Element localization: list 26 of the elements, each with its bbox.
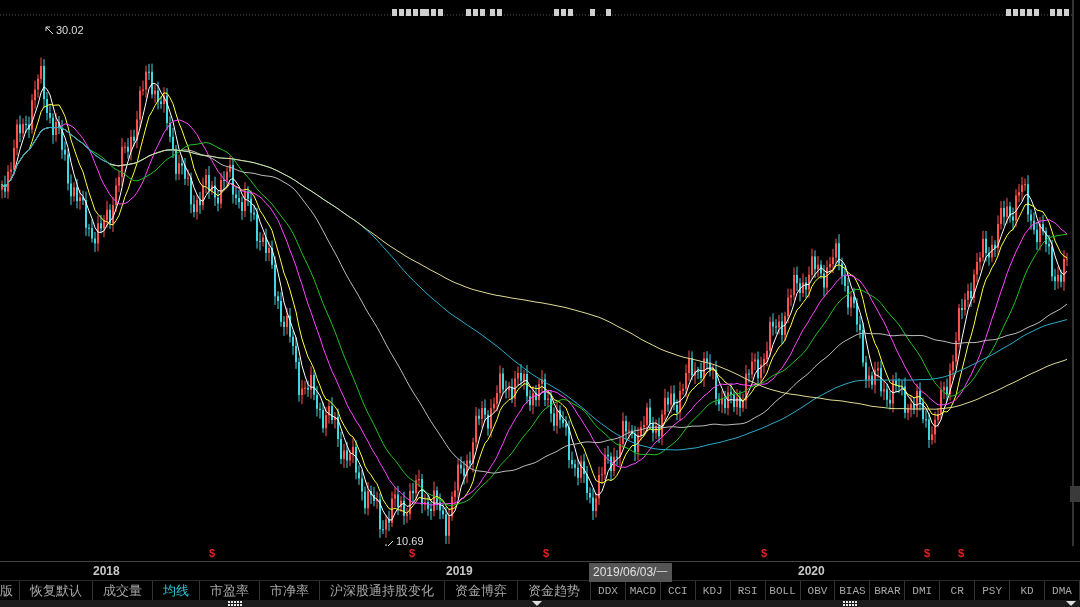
high-price-label: 30.02 xyxy=(56,24,84,36)
event-marker: $ xyxy=(924,547,931,560)
event-marker: $ xyxy=(958,547,965,560)
marker-icon xyxy=(590,9,595,16)
marker-icon xyxy=(554,9,573,16)
year-label: 2020 xyxy=(798,564,825,578)
arrow-icon xyxy=(385,540,394,546)
year-label: 2019 xyxy=(446,564,473,578)
marker-icon xyxy=(1050,9,1069,16)
event-marker: $ xyxy=(409,547,416,560)
marker-icon xyxy=(1006,9,1039,16)
year-label: 2018 xyxy=(93,564,120,578)
arrow-icon xyxy=(45,26,54,35)
low-price-label: 10.69 xyxy=(396,535,424,546)
grip-icon[interactable] xyxy=(843,601,857,606)
marker-icon xyxy=(490,9,502,16)
triangle-down-icon[interactable] xyxy=(532,601,542,606)
event-marker: $ xyxy=(209,547,216,560)
triangle-down-icon[interactable] xyxy=(1066,601,1076,606)
event-marker: $ xyxy=(761,547,768,560)
marker-icon xyxy=(466,9,485,16)
marker-icon xyxy=(606,9,611,16)
grip-icon[interactable] xyxy=(228,601,242,606)
scroll-handle[interactable] xyxy=(1070,486,1080,502)
cursor-date-label: 2019/06/03/一 xyxy=(589,563,673,582)
event-marker: $ xyxy=(543,547,550,560)
